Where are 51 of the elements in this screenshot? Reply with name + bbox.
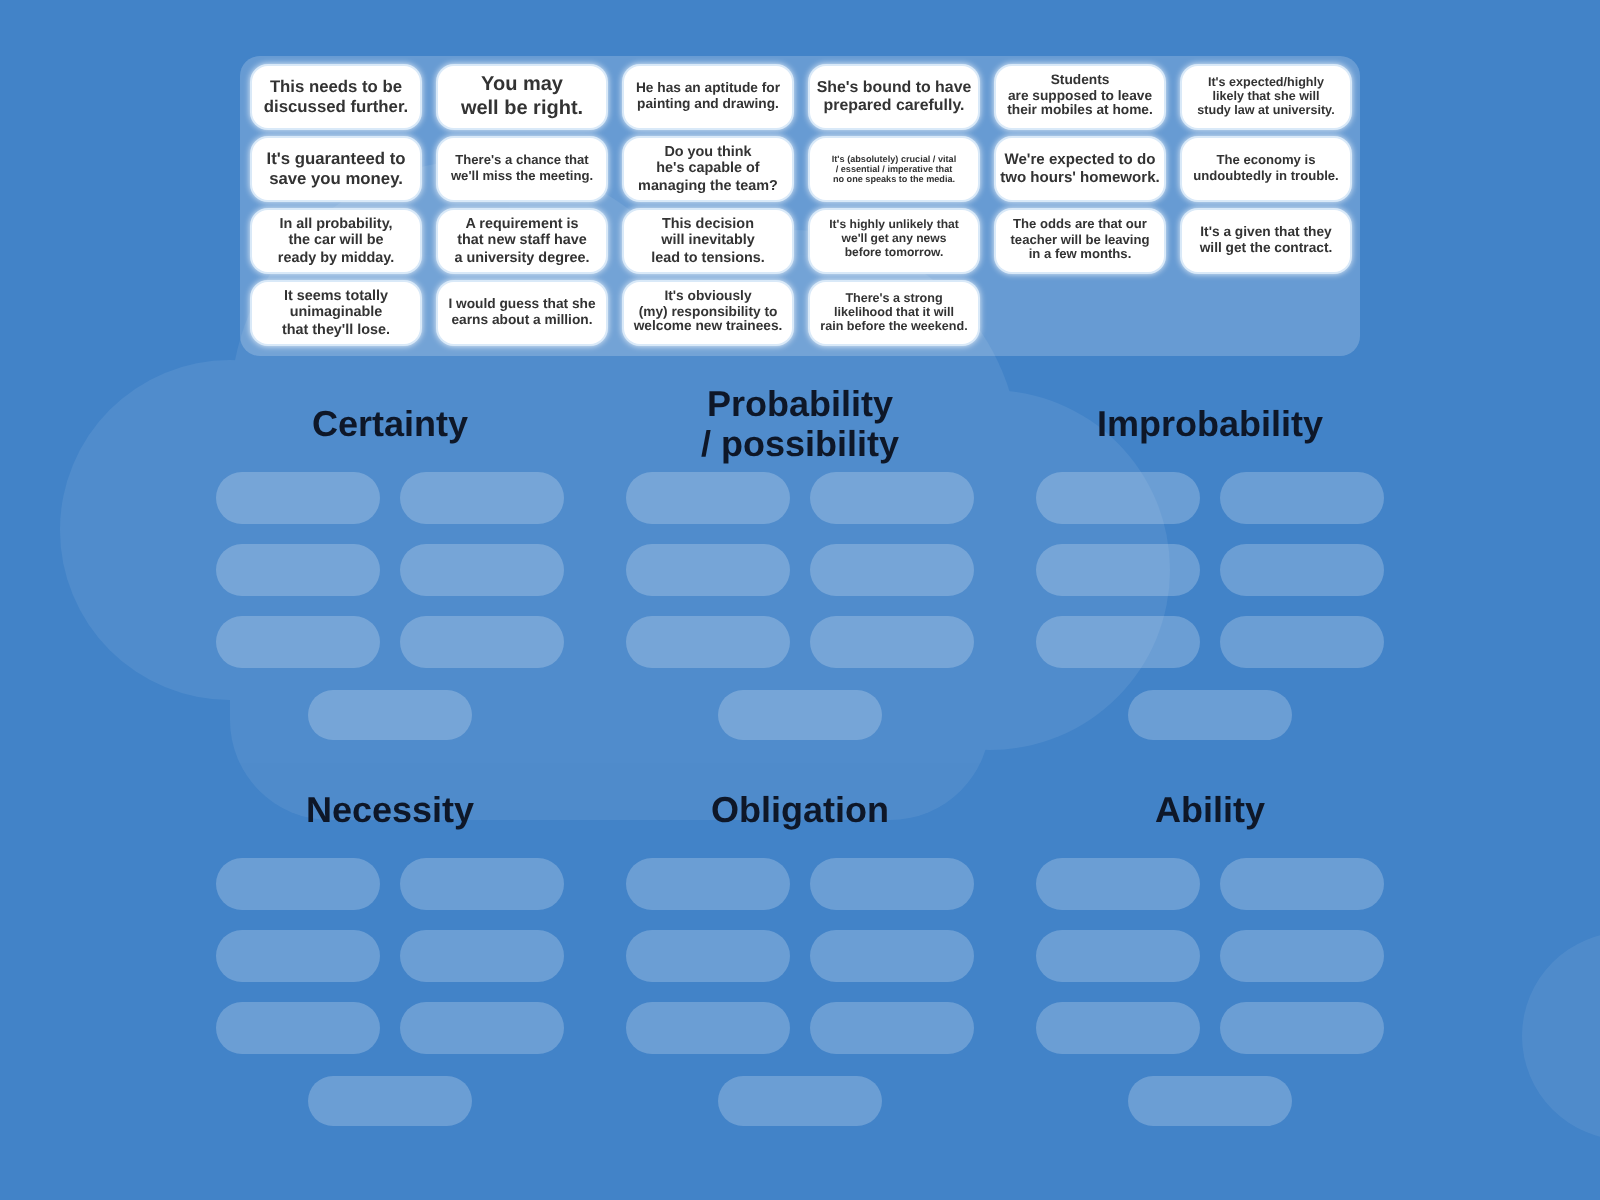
drop-slot[interactable] (718, 690, 882, 740)
drop-slot[interactable] (1036, 930, 1200, 982)
drop-slot[interactable] (216, 544, 380, 596)
drop-slot[interactable] (1036, 472, 1200, 524)
drop-slot[interactable] (216, 858, 380, 910)
drop-slot[interactable] (1220, 616, 1384, 668)
drop-slot[interactable] (1220, 858, 1384, 910)
drop-slot[interactable] (400, 616, 564, 668)
category-heading: Improbability (1096, 404, 1323, 444)
drop-slot[interactable] (308, 1076, 472, 1126)
drop-slot[interactable] (400, 472, 564, 524)
drop-slot[interactable] (1220, 472, 1384, 524)
drop-slot[interactable] (626, 544, 790, 596)
category-heading: Probability / possibility (700, 384, 900, 464)
drop-slot[interactable] (216, 1002, 380, 1054)
phrase-card[interactable]: You may well be right. (438, 66, 606, 128)
drop-slot[interactable] (1128, 1076, 1292, 1126)
drop-slot[interactable] (1036, 858, 1200, 910)
drop-slot[interactable] (810, 544, 974, 596)
drop-slot[interactable] (1036, 1002, 1200, 1054)
drop-slot[interactable] (810, 472, 974, 524)
drop-slot[interactable] (400, 858, 564, 910)
drop-slot[interactable] (626, 1002, 790, 1054)
phrase-card[interactable]: This needs to be discussed further. (252, 66, 420, 128)
drop-slot[interactable] (626, 616, 790, 668)
category-heading: Ability (1154, 790, 1265, 830)
drop-slot[interactable] (216, 930, 380, 982)
category-heading: Necessity (305, 790, 475, 830)
drop-slot[interactable] (718, 1076, 882, 1126)
category-heading: Obligation (711, 790, 889, 830)
category-heading: Certainty (311, 404, 469, 444)
drop-slot[interactable] (810, 1002, 974, 1054)
drop-slot[interactable] (400, 1002, 564, 1054)
drop-slot[interactable] (308, 690, 472, 740)
drop-slot[interactable] (1220, 544, 1384, 596)
drop-slot[interactable] (400, 930, 564, 982)
drop-slot[interactable] (1220, 1002, 1384, 1054)
drop-slot[interactable] (626, 472, 790, 524)
drop-slot[interactable] (1128, 690, 1292, 740)
phrase-card[interactable]: It's guaranteed to save you money. (252, 138, 420, 200)
drop-slot[interactable] (216, 472, 380, 524)
drop-slot[interactable] (400, 544, 564, 596)
drop-slot[interactable] (1036, 616, 1200, 668)
drop-slot[interactable] (216, 616, 380, 668)
drop-slot[interactable] (810, 616, 974, 668)
drop-slot[interactable] (810, 858, 974, 910)
drop-slot[interactable] (626, 858, 790, 910)
drop-slot[interactable] (810, 930, 974, 982)
drop-slot[interactable] (1036, 544, 1200, 596)
drop-slot[interactable] (626, 930, 790, 982)
drop-slot[interactable] (1220, 930, 1384, 982)
